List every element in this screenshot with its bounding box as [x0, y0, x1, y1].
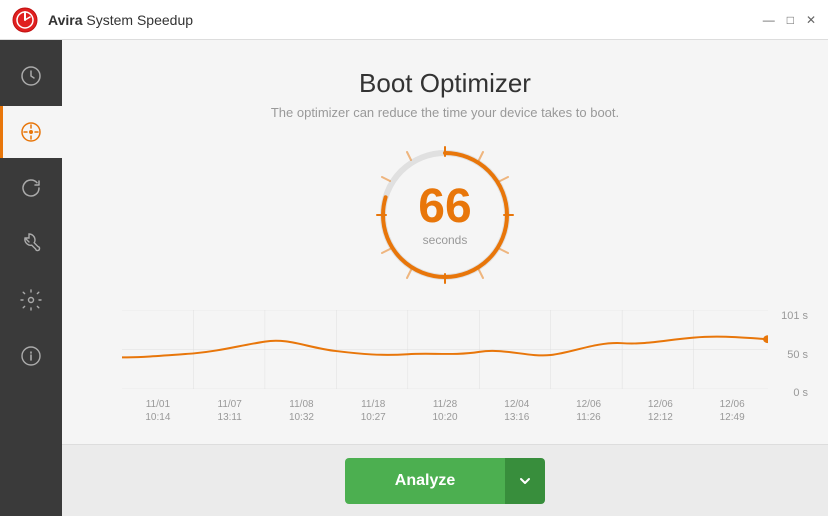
- sidebar-item-info[interactable]: [0, 330, 62, 382]
- y-label-top: 101 s: [781, 310, 808, 322]
- sidebar-item-dashboard[interactable]: [0, 50, 62, 102]
- sidebar-item-optimizer[interactable]: [0, 162, 62, 214]
- chart-x-labels: 11/0110:14 11/0713:11 11/0810:32 11/1810…: [122, 394, 768, 432]
- timer-container: 66 seconds: [62, 130, 828, 300]
- window-controls: — □ ✕: [763, 14, 816, 26]
- x-label-4: 11/2810:20: [409, 398, 481, 432]
- analyze-button[interactable]: Analyze: [345, 458, 505, 504]
- sidebar-item-boot[interactable]: [0, 106, 62, 158]
- chart-svg: [122, 310, 768, 389]
- minimize-button[interactable]: —: [763, 14, 775, 26]
- sidebar-item-settings[interactable]: [0, 274, 62, 326]
- sidebar: [0, 40, 62, 516]
- app-body: Boot Optimizer The optimizer can reduce …: [0, 40, 828, 516]
- sidebar-item-tools[interactable]: [0, 218, 62, 270]
- page-subtitle: The optimizer can reduce the time your d…: [82, 105, 808, 120]
- x-label-8: 12/0612:49: [696, 398, 768, 432]
- x-label-0: 11/0110:14: [122, 398, 194, 432]
- title-bar: Avira System Speedup — □ ✕: [0, 0, 828, 40]
- x-label-6: 12/0611:26: [553, 398, 625, 432]
- y-label-mid: 50 s: [781, 349, 808, 361]
- chart-area: 101 s 50 s 0 s: [62, 300, 828, 444]
- timer-circle: 66 seconds: [370, 140, 520, 290]
- timer-text: 66 seconds: [418, 183, 471, 247]
- app-title: Avira System Speedup: [48, 12, 193, 28]
- content-header: Boot Optimizer The optimizer can reduce …: [62, 40, 828, 130]
- x-label-3: 11/1810:27: [337, 398, 409, 432]
- main-content: Boot Optimizer The optimizer can reduce …: [62, 40, 828, 516]
- x-label-7: 12/0612:12: [624, 398, 696, 432]
- x-label-5: 12/0413:16: [481, 398, 553, 432]
- chart-svg-wrapper: 11/0110:14 11/0713:11 11/0810:32 11/1810…: [122, 310, 768, 434]
- maximize-button[interactable]: □: [787, 14, 794, 26]
- analyze-dropdown-button[interactable]: [505, 458, 545, 504]
- bottom-bar: Analyze: [62, 444, 828, 516]
- x-label-2: 11/0810:32: [266, 398, 338, 432]
- page-title: Boot Optimizer: [82, 68, 808, 99]
- close-button[interactable]: ✕: [806, 14, 816, 26]
- y-label-bot: 0 s: [781, 387, 808, 399]
- timer-unit: seconds: [418, 233, 471, 247]
- x-label-1: 11/0713:11: [194, 398, 266, 432]
- chart-y-labels: 101 s 50 s 0 s: [781, 310, 808, 399]
- app-logo: [12, 7, 38, 33]
- timer-value: 66: [418, 183, 471, 231]
